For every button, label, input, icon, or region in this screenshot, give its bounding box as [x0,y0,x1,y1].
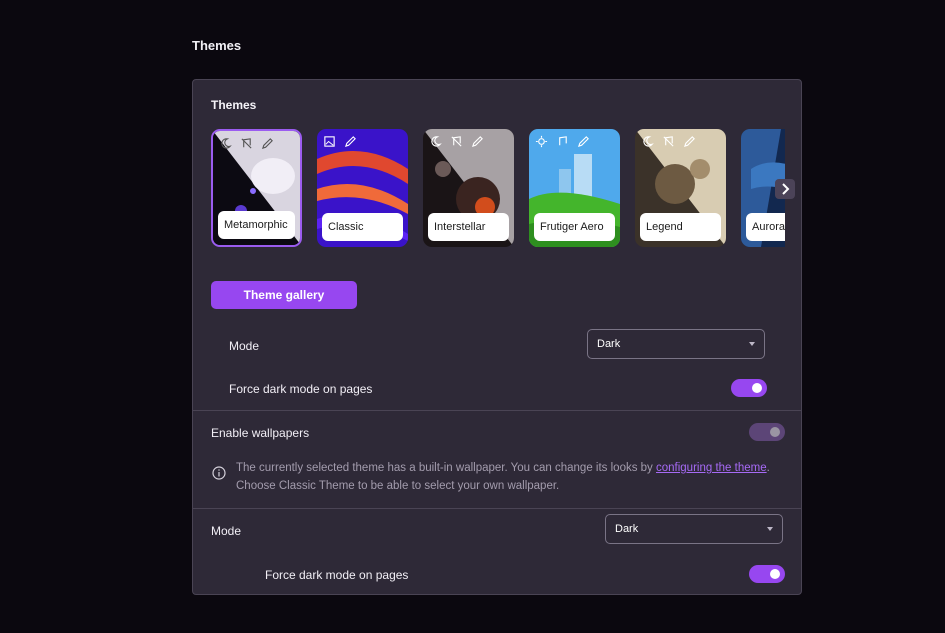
theme-label: Metamorphic [218,211,295,239]
music-off-icon[interactable] [240,137,253,150]
configure-theme-link[interactable]: configuring the theme [656,462,767,474]
pencil-icon[interactable] [261,137,274,150]
wallpapers-label: Enable wallpapers [211,426,310,440]
mode-label: Mode [229,339,260,353]
info-text-line2: Choose Classic Theme to be able to selec… [236,480,560,492]
info-text-part: The currently selected theme has a built… [236,462,656,474]
moon-icon[interactable] [219,137,232,150]
chevron-down-icon [767,527,773,531]
page-title: Themes [192,38,242,53]
image-icon[interactable] [323,135,336,148]
info-text-part: . [766,462,770,474]
toggle-knob [770,569,780,579]
pencil-icon[interactable] [577,135,590,148]
theme-label: Interstellar [428,213,509,241]
theme-card-interstellar[interactable]: Interstellar [423,129,514,247]
chevron-right-icon [782,183,790,195]
mode-select-value: Dark [597,338,621,350]
themes-panel: Themes Metamorphic Classic Interstellar … [192,79,802,595]
pencil-icon[interactable] [683,135,696,148]
force-dark-toggle[interactable] [731,379,767,397]
moon-icon[interactable] [641,135,654,148]
theme-card-classic[interactable]: Classic [317,129,408,247]
force-dark2-toggle[interactable] [749,565,785,583]
wallpapers-toggle[interactable] [749,423,785,441]
mode2-select-value: Dark [615,523,639,535]
force-dark2-label: Force dark mode on pages [265,568,409,582]
theme-gallery-button[interactable]: Theme gallery [211,281,357,309]
mode2-label: Mode [211,524,242,538]
pencil-icon[interactable] [471,135,484,148]
theme-card-frutiger-aero[interactable]: Frutiger Aero [529,129,620,247]
divider [193,508,801,509]
mode2-select[interactable]: Dark [605,514,783,544]
theme-card-legend[interactable]: Legend [635,129,726,247]
toggle-knob [752,383,762,393]
card-icons [429,135,484,148]
card-icons [535,135,590,148]
card-icons [323,135,357,148]
toggle-knob [770,427,780,437]
music-off-icon[interactable] [662,135,675,148]
theme-label: Classic [322,213,403,241]
card-icons [641,135,696,148]
carousel-next-button[interactable] [775,179,795,199]
pencil-icon[interactable] [344,135,357,148]
music-icon[interactable] [556,135,569,148]
theme-label: Legend [640,213,721,241]
chevron-down-icon [749,342,755,346]
divider [193,410,801,411]
mode-select[interactable]: Dark [587,329,765,359]
section-title: Themes [211,98,257,112]
sun-icon[interactable] [535,135,548,148]
force-dark-label: Force dark mode on pages [229,382,373,396]
music-off-icon[interactable] [450,135,463,148]
theme-label: Frutiger Aero [534,213,615,241]
moon-icon[interactable] [429,135,442,148]
theme-card-metamorphic[interactable]: Metamorphic [211,129,302,247]
info-icon [212,466,226,480]
wallpaper-info-text: The currently selected theme has a built… [236,459,791,495]
card-icons [219,137,274,150]
theme-label: Aurora [746,213,785,241]
theme-carousel: Metamorphic Classic Interstellar Frutige… [211,129,785,250]
